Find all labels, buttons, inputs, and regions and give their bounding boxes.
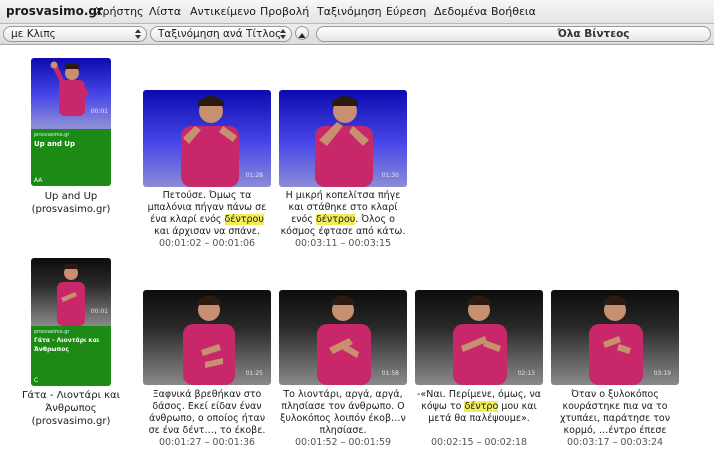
sort-select[interactable]: Ταξινόμηση ανά Τίτλος xyxy=(150,26,292,42)
clip-thumbnail[interactable]: 01:28 xyxy=(143,90,271,187)
title-card-title: Γάτα - Λιοντάρι και Άνθρωπος xyxy=(34,337,100,353)
video-frame: 00:01 xyxy=(31,258,111,326)
menu-user[interactable]: Χρήστης xyxy=(95,5,144,18)
clip-caption: -«Ναι. Περίμενε, όμως, να κόψω το δέντρο… xyxy=(415,389,543,425)
caption-text: Όταν ο ξυλοκόπος κουράστηκε πια να το χτ… xyxy=(559,389,671,436)
menu-find[interactable]: Εύρεση xyxy=(386,5,426,18)
title-card-code: AA xyxy=(34,177,43,184)
scope-label: Όλα Βίντεος xyxy=(557,28,630,40)
sort-select-value: Ταξινόμηση ανά Τίτλος xyxy=(158,28,282,40)
app-name[interactable]: prosvasimo.gr xyxy=(6,4,103,18)
title-card-code: C xyxy=(34,377,39,384)
clip-time-range: 00:01:27 – 00:01:36 xyxy=(158,437,256,448)
clip-thumbnail[interactable]: 02:13 xyxy=(415,290,543,385)
caption-text: και άρχισαν να σπάνε. xyxy=(154,226,260,237)
clip-timecode: 03:19 xyxy=(653,370,671,377)
menu-help[interactable]: Βοήθεια xyxy=(491,5,536,18)
title-card-site: prosvasimo.gr xyxy=(34,329,70,335)
clip-caption: Όταν ο ξυλοκόπος κουράστηκε πια να το χτ… xyxy=(551,389,679,437)
clip-time-range: 00:03:17 – 00:03:24 xyxy=(566,437,664,448)
menu-item[interactable]: Αντικείμενο xyxy=(190,5,256,18)
clip-time-range: 00:03:11 – 00:03:15 xyxy=(294,238,392,249)
clip-timecode: 00:01 xyxy=(90,108,108,115)
filter-select-value: με Κλιπς xyxy=(11,28,56,40)
caption-highlight: δέντρο xyxy=(464,401,499,412)
title-card-title: Up and Up xyxy=(34,140,75,148)
clip-caption: Πετούσε. Όμως τα μπαλόνια πήγαν πάνω σε … xyxy=(143,190,271,238)
clip-thumbnail[interactable]: 01:25 xyxy=(143,290,271,385)
signer-figure xyxy=(57,264,85,326)
menu-view[interactable]: Προβολή xyxy=(260,5,309,18)
caption-highlight: δέντρου xyxy=(224,214,264,225)
clip-timecode: 01:25 xyxy=(245,370,263,377)
select-arrows-icon xyxy=(280,29,286,39)
title-card-green-panel: prosvasimo.gr Up and Up AA xyxy=(31,129,111,186)
clip-timecode: 01:30 xyxy=(381,172,399,179)
title-card-thumbnail[interactable]: 00:01 prosvasimo.gr Γάτα - Λιοντάρι και … xyxy=(31,258,111,386)
menu-list[interactable]: Λίστα xyxy=(149,5,181,18)
menu-sort[interactable]: Ταξινόμηση xyxy=(317,5,382,18)
title-card-site: prosvasimo.gr xyxy=(34,132,70,138)
arrow-up-icon xyxy=(298,33,306,38)
title-card-thumbnail[interactable]: 00:01 prosvasimo.gr Up and Up AA xyxy=(31,58,111,186)
clip-timecode: 02:13 xyxy=(517,370,535,377)
caption-text: Το λιοντάρι, αργά, αργά, πλησίασε τον άν… xyxy=(280,389,406,436)
title-card-caption: Γάτα - Λιοντάρι και Άνθρωπος (prosvasimo… xyxy=(21,390,121,427)
clip-caption: Η μικρή κοπελίτσα πήγε και στάθηκε στο κ… xyxy=(279,190,407,238)
sort-direction-button[interactable] xyxy=(295,26,309,40)
caption-highlight: δέντρου xyxy=(315,214,356,225)
caption-text: Ξαφνικά βρεθήκαν στο δάσος. Εκεί είδαν έ… xyxy=(148,389,266,436)
clip-time-range: 00:02:15 – 00:02:18 xyxy=(430,437,528,448)
clip-time-range: 00:01:02 – 00:01:06 xyxy=(158,238,256,249)
clip-thumbnail[interactable]: 01:58 xyxy=(279,290,407,385)
clip-thumbnail[interactable]: 01:30 xyxy=(279,90,407,187)
toolbar: με Κλιπς Ταξινόμηση ανά Τίτλος Όλα Βίντε… xyxy=(0,24,714,45)
menu-bar: prosvasimo.gr Χρήστης Λίστα Αντικείμενο … xyxy=(0,0,714,24)
title-card-green-panel: prosvasimo.gr Γάτα - Λιοντάρι και Άνθρωπ… xyxy=(31,326,111,386)
clip-timecode: 01:58 xyxy=(381,370,399,377)
video-frame: 00:01 xyxy=(31,58,111,126)
filter-select[interactable]: με Κλιπς xyxy=(3,26,147,42)
clip-timecode: 01:28 xyxy=(245,172,263,179)
select-arrows-icon xyxy=(135,29,141,39)
menu-data[interactable]: Δεδομένα xyxy=(434,5,487,18)
title-card-caption: Up and Up (prosvasimo.gr) xyxy=(31,191,111,215)
clip-caption: Ξαφνικά βρεθήκαν στο δάσος. Εκεί είδαν έ… xyxy=(143,389,271,437)
clip-caption: Το λιοντάρι, αργά, αργά, πλησίασε τον άν… xyxy=(279,389,407,437)
clip-thumbnail[interactable]: 03:19 xyxy=(551,290,679,385)
scope-field[interactable]: Όλα Βίντεος xyxy=(316,26,711,42)
clip-timecode: 00:01 xyxy=(90,308,108,315)
clip-time-range: 00:01:52 – 00:01:59 xyxy=(294,437,392,448)
signer-figure xyxy=(50,61,89,116)
